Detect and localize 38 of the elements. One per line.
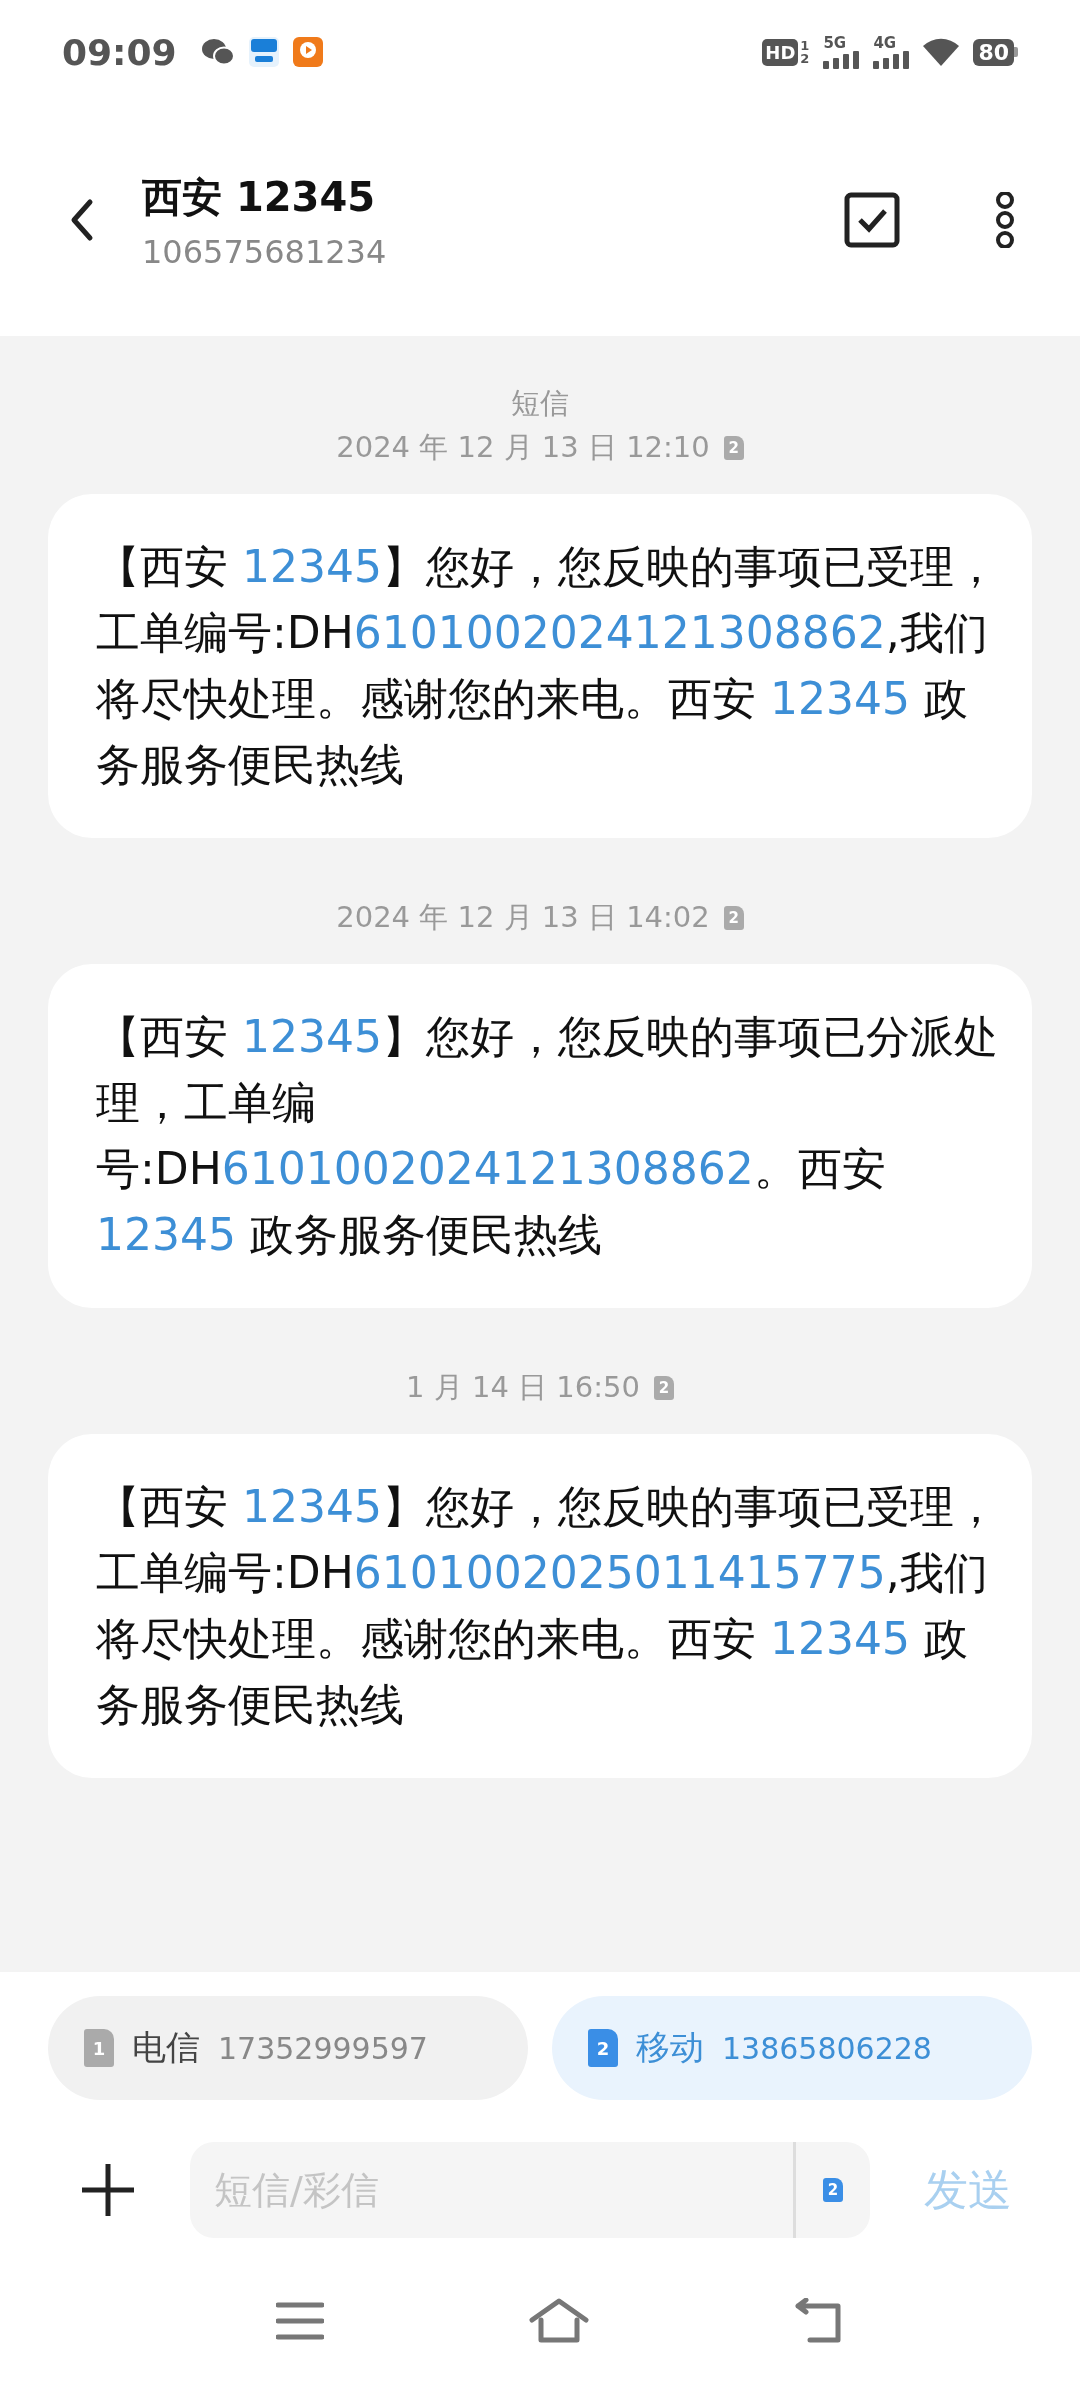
link[interactable]: 6101002025011415775 xyxy=(353,1547,886,1598)
link[interactable]: 6101002024121308862 xyxy=(353,607,886,658)
sim-badge: 2 xyxy=(653,1376,674,1400)
link[interactable]: 6101002024121308862 xyxy=(221,1143,754,1194)
link[interactable]: 12345 xyxy=(242,1481,382,1532)
signal-indicator: 5G xyxy=(823,35,860,69)
link[interactable]: 12345 xyxy=(770,673,910,724)
message-text: 【西安 12345】您好，您反映的事项已分派处理，工单编号:DH6101002024121308862。西安 12345 政务服务便民热线 xyxy=(96,1010,999,1262)
chat-app-icon xyxy=(200,38,235,66)
sim-badge: 2 xyxy=(723,436,744,460)
sim-indicator[interactable]: 2 xyxy=(823,2178,843,2202)
battery-indicator: 80 xyxy=(973,38,1018,66)
contact-number: 106575681234 xyxy=(142,232,388,271)
back-nav-icon[interactable] xyxy=(794,2298,844,2344)
wifi-icon xyxy=(923,38,960,66)
message-text: 【西安 12345】您好，您反映的事项已受理，工单编号:DH6101002024121308862,我们将尽快处理。感谢您的来电。西安 12345 政务服务便民热线 xyxy=(96,540,999,792)
back-icon[interactable] xyxy=(70,198,94,242)
message-timestamp: 2024 年 12 月 13 日 12:10 xyxy=(336,429,710,466)
sim-option[interactable]: 1 电信 17352999597 xyxy=(48,1996,528,2100)
link[interactable]: 12345 xyxy=(242,1011,382,1062)
app-icon xyxy=(248,37,279,67)
status-time: 09:09 xyxy=(62,31,177,73)
sim-badge: 2 xyxy=(723,906,744,930)
channel-label: 短信 xyxy=(511,385,569,422)
link[interactable]: 12345 xyxy=(96,1209,236,1260)
home-icon[interactable] xyxy=(529,2298,589,2344)
link[interactable]: 12345 xyxy=(770,1613,910,1664)
video-app-icon xyxy=(292,37,323,67)
message-timestamp: 1 月 14 日 16:50 xyxy=(406,1369,640,1406)
contact-title: 西安 12345 xyxy=(142,172,377,222)
signal-indicator: 4G xyxy=(873,35,910,69)
add-icon[interactable] xyxy=(80,2162,136,2218)
message-text: 【西安 12345】您好，您反映的事项已受理，工单编号:DH6101002025011415775,我们将尽快处理。感谢您的来电。西安 12345 政务服务便民热线 xyxy=(96,1480,999,1732)
checkbox-icon[interactable] xyxy=(844,192,900,248)
link[interactable]: 12345 xyxy=(242,541,382,592)
message-timestamp: 2024 年 12 月 13 日 14:02 xyxy=(336,899,710,936)
menu-icon[interactable] xyxy=(276,2301,324,2341)
sim-option[interactable]: 2 移动 13865806228 xyxy=(552,1996,1032,2100)
